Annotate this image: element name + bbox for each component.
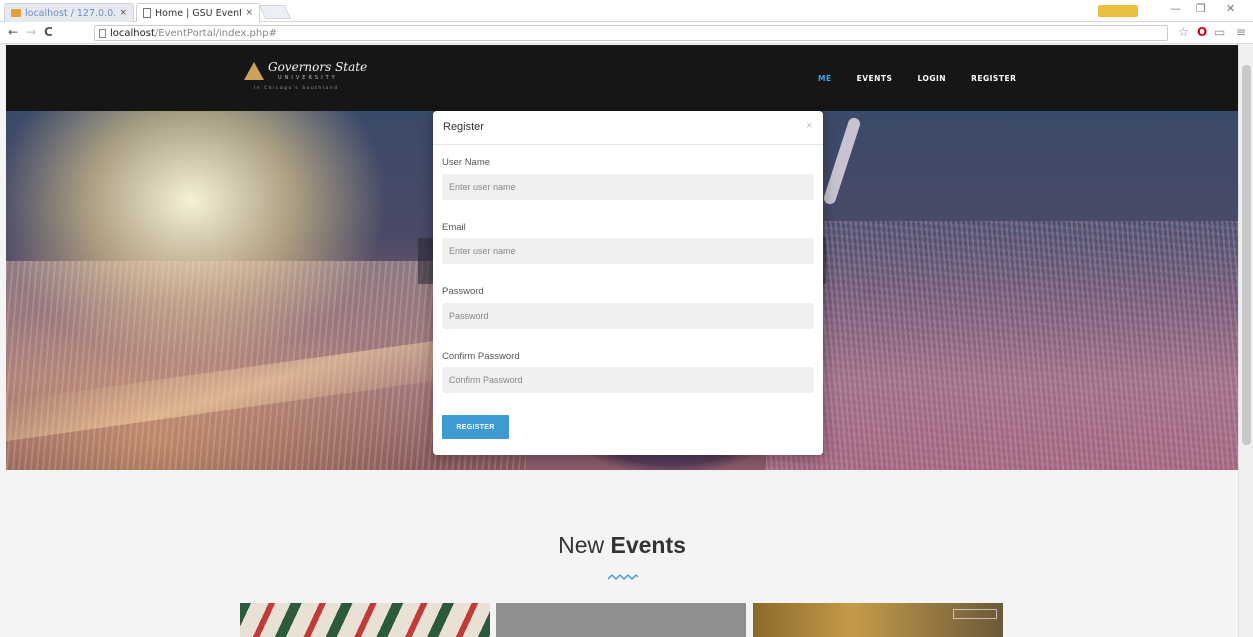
back-icon[interactable]: ←	[8, 25, 18, 39]
username-input[interactable]	[442, 174, 814, 200]
browser-tab-phpmyadmin[interactable]: localhost / 127.0.0.1 ×	[4, 3, 134, 22]
reload-icon[interactable]: C	[44, 25, 53, 39]
modal-header: Register ×	[433, 111, 823, 145]
nav-login[interactable]: LOGIN	[917, 74, 946, 83]
opera-extension-icon[interactable]: O	[1197, 25, 1207, 39]
wave-divider-icon	[608, 574, 638, 580]
new-tab-button[interactable]	[258, 5, 292, 19]
browser-toolbar: ← → C localhost/EventPortal/index.php# ☆…	[0, 22, 1253, 44]
confirm-password-label: Confirm Password	[442, 351, 520, 362]
address-bar[interactable]: localhost/EventPortal/index.php#	[94, 25, 1168, 41]
section-title-bold: Events	[610, 532, 686, 558]
logo-subtitle: UNIVERSITY	[278, 75, 338, 81]
password-label: Password	[442, 286, 484, 297]
cast-icon[interactable]: ▭	[1214, 25, 1225, 39]
section-title: New Events	[6, 532, 1238, 559]
email-label: Email	[442, 222, 466, 233]
event-logo-icon	[953, 609, 997, 619]
url-path: /EventPortal/index.php#	[154, 27, 277, 39]
email-input[interactable]	[442, 238, 814, 264]
tab-close-icon[interactable]: ×	[245, 8, 253, 18]
crowd-right	[766, 221, 1238, 470]
window-close-icon[interactable]: ✕	[1226, 2, 1235, 15]
tab-label: localhost / 127.0.0.1	[25, 7, 116, 19]
logo-name: Governors State	[268, 60, 368, 74]
tab-label: Home | GSU Event P	[155, 7, 242, 19]
username-label: User Name	[442, 157, 491, 168]
modal-close-icon[interactable]: ×	[805, 121, 813, 131]
confirm-password-input[interactable]	[442, 367, 814, 393]
nav-register[interactable]: REGISTER	[971, 74, 1016, 83]
menu-icon[interactable]: ≡	[1236, 25, 1246, 39]
section-title-light: New	[558, 532, 611, 558]
forward-icon[interactable]: →	[26, 25, 36, 39]
url-host: localhost	[110, 27, 155, 39]
password-input[interactable]	[442, 303, 814, 329]
nav-home[interactable]: ME	[818, 74, 832, 83]
nav-events[interactable]: EVENTS	[857, 74, 893, 83]
register-modal: Register × User Name Email Password Conf…	[433, 111, 823, 455]
scrollbar-thumb[interactable]	[1242, 65, 1251, 445]
event-card[interactable]	[753, 603, 1003, 637]
logo-tagline: In Chicago's Southland	[254, 86, 339, 91]
page-info-icon[interactable]	[99, 28, 106, 38]
site-header: Governors State UNIVERSITY In Chicago's …	[6, 45, 1238, 111]
new-events-section: New Events	[6, 470, 1238, 637]
browser-tab-strip: localhost / 127.0.0.1 × Home | GSU Event…	[0, 0, 1253, 22]
profile-badge[interactable]	[1098, 5, 1138, 17]
page-favicon-icon	[143, 8, 151, 18]
page-viewport: Governors State UNIVERSITY In Chicago's …	[6, 45, 1238, 637]
event-card[interactable]	[496, 603, 746, 637]
window-minimize-icon[interactable]: —	[1170, 2, 1181, 15]
page-scrollbar[interactable]	[1238, 45, 1253, 637]
window-restore-icon[interactable]: ❐	[1196, 2, 1206, 15]
bookmark-star-icon[interactable]: ☆	[1178, 25, 1189, 39]
tab-close-icon[interactable]: ×	[119, 8, 127, 18]
event-card[interactable]	[240, 603, 490, 637]
modal-title: Register	[443, 121, 484, 133]
phpmyadmin-favicon-icon	[11, 9, 21, 17]
browser-tab-home[interactable]: Home | GSU Event P ×	[136, 3, 260, 22]
main-nav: ME EVENTS LOGIN REGISTER	[818, 74, 1016, 83]
performer-arm	[822, 116, 862, 206]
register-button[interactable]: REGISTER	[442, 415, 509, 439]
logo-mark-icon	[244, 62, 264, 80]
